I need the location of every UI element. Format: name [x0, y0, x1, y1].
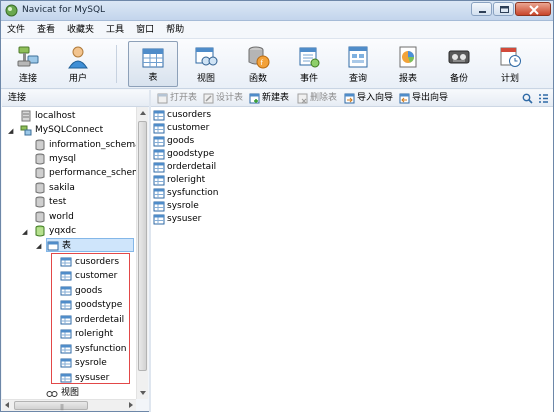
search-icon[interactable]: [522, 93, 533, 104]
minimize-button[interactable]: [471, 2, 492, 16]
maximize-icon: [500, 6, 509, 13]
table-icon: [142, 48, 164, 68]
menu-tools[interactable]: 工具: [100, 21, 130, 39]
user-label: 用户: [68, 74, 87, 84]
minimize-icon: [479, 11, 486, 13]
server-icon: [21, 110, 31, 122]
table-icon: [153, 214, 165, 225]
expand-connection-toggle[interactable]: ◢: [8, 128, 14, 135]
database-icon: [35, 196, 45, 208]
table-icon: [153, 162, 165, 173]
table-icon: [153, 123, 165, 134]
scroll-down-arrow-icon[interactable]: [140, 391, 146, 395]
maximize-button[interactable]: [493, 2, 514, 16]
scroll-up-arrow-icon[interactable]: [140, 111, 146, 115]
open-table-icon: [157, 93, 168, 104]
close-button[interactable]: [515, 2, 551, 16]
close-icon: [529, 5, 539, 15]
tree-item-tables[interactable]: 表: [46, 238, 134, 252]
database-open-icon: [35, 225, 45, 237]
window-title: Navicat for MySQL: [22, 5, 106, 15]
connect-icon: [17, 46, 39, 67]
title-bar: Navicat for MySQL: [1, 1, 553, 21]
backup-label: 备份: [449, 74, 468, 84]
table-icon: [153, 136, 165, 147]
function-label: 函数: [248, 74, 267, 84]
expand-tables-toggle[interactable]: ◢: [36, 243, 42, 250]
main-toolbar: 连接 用户 表 视图 f 函数 事件 查询 报表 备份 计划: [1, 39, 553, 89]
database-icon: [35, 211, 45, 223]
menu-file[interactable]: 文件: [1, 21, 31, 39]
schedule-icon: [500, 47, 521, 67]
user-icon: [68, 46, 88, 69]
main-window: Navicat for MySQL 文件 查看 收藏夹 工具 窗口 帮助 连接 …: [0, 0, 554, 412]
navicat-app-icon: [5, 4, 18, 17]
import-icon: [344, 93, 355, 104]
new-table-icon: [249, 93, 260, 104]
event-icon: [299, 47, 320, 68]
database-icon: [35, 182, 45, 194]
tree-horizontal-scrollbar[interactable]: |||: [2, 399, 136, 411]
delete-table-icon: [297, 93, 308, 104]
menu-help[interactable]: 帮助: [160, 21, 190, 39]
report-label: 报表: [398, 74, 417, 84]
menu-view[interactable]: 查看: [31, 21, 61, 39]
menu-favorites[interactable]: 收藏夹: [61, 21, 100, 39]
view-icon: [195, 47, 218, 66]
schedule-label: 计划: [500, 74, 519, 84]
database-icon: [35, 139, 45, 151]
schedule-button[interactable]: 计划: [485, 41, 535, 87]
table-icon: [153, 175, 165, 186]
table-icon: [153, 110, 165, 121]
backup-button[interactable]: 备份: [434, 41, 484, 87]
backup-icon: [448, 50, 470, 64]
view-label: 视图: [196, 74, 215, 84]
report-icon: [399, 46, 417, 68]
object-toolbar: 打开表 设计表 新建表 删除表 导入向导 导出向导: [151, 90, 553, 107]
table-icon: [153, 149, 165, 160]
menu-bar: 文件 查看 收藏夹 工具 窗口 帮助: [1, 21, 553, 39]
function-icon: f: [248, 46, 270, 69]
menu-window[interactable]: 窗口: [130, 21, 160, 39]
expand-database-toggle[interactable]: ◢: [22, 229, 28, 236]
table-folder-icon: [47, 241, 59, 251]
connection-icon: [20, 125, 32, 136]
connect-label: 连接: [18, 74, 37, 84]
query-label: 查询: [348, 74, 367, 84]
design-table-icon: [203, 93, 214, 104]
event-button[interactable]: 事件: [284, 41, 334, 87]
connect-button[interactable]: 连接: [3, 41, 53, 87]
query-button[interactable]: 查询: [333, 41, 383, 87]
export-icon: [399, 93, 410, 104]
scroll-right-arrow-icon[interactable]: [129, 402, 133, 408]
highlight-annotation-box: [51, 253, 130, 384]
views-folder-icon: [46, 391, 58, 397]
view-button[interactable]: 视图: [181, 41, 231, 87]
scroll-thumb[interactable]: |||: [14, 401, 88, 411]
tree-vertical-scrollbar[interactable]: [136, 107, 148, 399]
function-button[interactable]: f 函数: [233, 41, 283, 87]
query-icon: [348, 46, 368, 68]
user-button[interactable]: 用户: [53, 41, 103, 87]
report-button[interactable]: 报表: [383, 41, 433, 87]
connections-header: 连接: [2, 90, 149, 107]
event-label: 事件: [299, 74, 318, 84]
table-icon: [153, 188, 165, 199]
object-list: cusorders customer goods goodstype order…: [151, 107, 553, 412]
table-label: 表: [148, 73, 158, 83]
table-button[interactable]: 表: [128, 41, 178, 87]
scroll-thumb[interactable]: [138, 121, 147, 371]
database-icon: [35, 153, 45, 165]
table-icon: [153, 201, 165, 212]
grid-view-icon[interactable]: [538, 93, 549, 104]
database-icon: [35, 167, 45, 179]
scroll-left-arrow-icon[interactable]: [5, 402, 9, 408]
